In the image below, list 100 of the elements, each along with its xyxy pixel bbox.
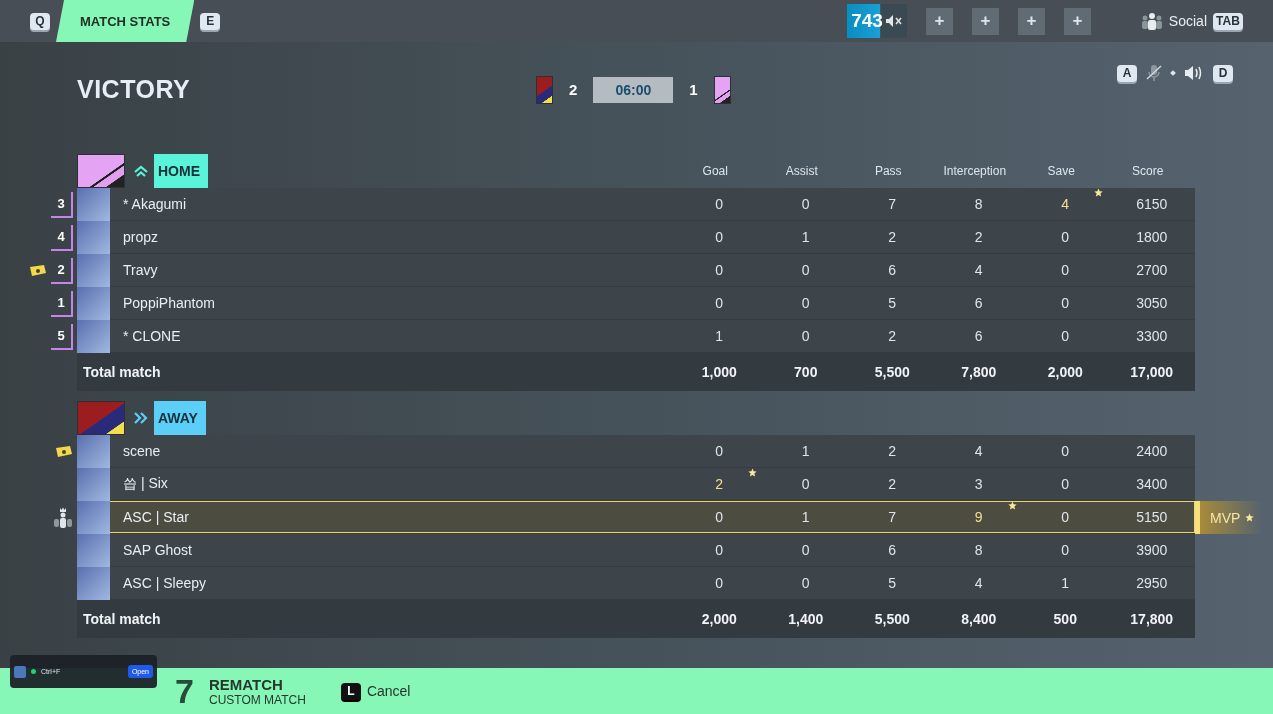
party-leader-icon [53, 506, 73, 529]
total-label: Total match [82, 364, 162, 380]
stat-cell-text: 1800 [1135, 229, 1169, 245]
player-row[interactable]: SAP Ghost 0 0 6 8 0 3900 [77, 534, 1195, 567]
total-cell-text: 17,000 [1129, 364, 1175, 380]
social-label[interactable]: Social [1168, 13, 1207, 29]
player-name: Travy [123, 262, 159, 278]
status-dot-icon [31, 669, 36, 674]
stat-cell-text: 5 [887, 575, 898, 591]
stat-cell-text: 0 [1060, 229, 1071, 245]
rank-badge: 1 [51, 290, 73, 317]
stat-cell-text: 0 [800, 542, 811, 558]
key-hint: TAB [1213, 12, 1243, 30]
stat-cell-text: 0 [1060, 542, 1071, 558]
player-row[interactable]: 씁 | Six 2 0 2 3 0 3400 [77, 468, 1195, 501]
avatar-placeholder [77, 220, 110, 254]
team-flag [77, 401, 125, 435]
total-cell-text: 700 [793, 364, 819, 380]
stat-cell-text: 0 [1060, 262, 1071, 278]
stat-cell-text: 6 [887, 542, 898, 558]
stat-cell-text: 1 [1060, 575, 1071, 591]
stat-cell-text: 0 [800, 196, 811, 212]
mvp-tag: MVP [1195, 501, 1263, 534]
stat-cell-text: 0 [800, 575, 811, 591]
stat-cell-text: 2 [887, 443, 898, 459]
key-hint: A [1117, 64, 1137, 82]
stat-cell-text: 6 [973, 328, 984, 344]
column-header: Goal [701, 164, 729, 178]
total-cell-text: 1,000 [700, 364, 738, 380]
player-name: * Akagumi [123, 196, 188, 212]
player-name: propz [123, 229, 160, 245]
stat-cell-text: 1 [714, 328, 725, 344]
avatar-placeholder [77, 566, 110, 600]
stat-cell-text: 0 [800, 295, 811, 311]
ticket-icon [29, 264, 47, 277]
key-hint: Q [30, 12, 50, 30]
player-name: ASC | Star [123, 509, 190, 525]
rank-badge: 4 [51, 224, 73, 251]
rematch-title: REMATCH [209, 675, 284, 693]
rematch-subtitle: CUSTOM MATCH [209, 692, 306, 707]
stat-cell-text: 7 [887, 196, 898, 212]
avatar-placeholder [77, 286, 110, 320]
column-header: Interception [942, 164, 1008, 178]
avatar-placeholder [77, 467, 110, 501]
avatar-placeholder [77, 253, 110, 287]
cancel-button[interactable]: L Cancel [340, 682, 411, 700]
column-header: Save [1046, 164, 1076, 178]
key-hint: E [200, 12, 221, 30]
stat-cell-text: 0 [800, 476, 811, 492]
stat-cell-text: 1 [800, 509, 811, 525]
player-name: * CLONE [123, 328, 182, 344]
stat-cell-text: 0 [1060, 295, 1071, 311]
stat-cell-text: 0 [714, 443, 725, 459]
chevron-up-icon [134, 165, 148, 177]
stat-cell-text: 0 [800, 328, 811, 344]
add-slot-button[interactable]: + [925, 7, 953, 35]
team-flag [713, 75, 731, 104]
level-badge: 743 [847, 4, 907, 38]
player-row[interactable]: ASC | Sleepy 0 0 5 4 1 2950 [77, 567, 1195, 600]
stat-cell-text: 2400 [1135, 443, 1169, 459]
star-icon [1094, 188, 1103, 197]
star-icon [748, 468, 757, 477]
stat-cell-text: 0 [714, 575, 725, 591]
total-cell-text: 5,500 [873, 611, 911, 627]
stat-cell-text: 2 [973, 229, 984, 245]
total-cell-text: 2,000 [700, 611, 738, 627]
stat-cell-text: 5 [887, 295, 898, 311]
stat-cell-text: 3050 [1135, 295, 1169, 311]
stat-cell-text: 0 [714, 229, 725, 245]
star-icon [1245, 513, 1255, 522]
match-stats-tab[interactable]: MATCH STATS [56, 0, 195, 42]
stat-cell-text: 2 [887, 229, 898, 245]
stat-cell-text: 4 [973, 443, 984, 459]
rank-badge: 5 [51, 323, 73, 350]
add-slot-button[interactable]: + [1017, 7, 1045, 35]
match-clock: 06:00 [593, 76, 674, 103]
app-icon [14, 665, 26, 678]
ticket-icon [55, 445, 73, 458]
team-score: 1 [689, 81, 698, 98]
double-chevron-icon [133, 411, 149, 425]
stat-cell-text: 0 [714, 196, 725, 212]
total-cell-text: 5,500 [873, 364, 911, 380]
avatar-placeholder [77, 434, 110, 468]
people-icon [1140, 12, 1163, 30]
total-cell-text: 8,400 [960, 611, 998, 627]
stat-cell-text: 8 [973, 196, 984, 212]
total-label: Total match [82, 611, 162, 627]
add-slot-button[interactable]: + [971, 7, 999, 35]
team-score: 2 [569, 81, 578, 98]
stat-cell-text: 6 [887, 262, 898, 278]
stat-cell-text: 6 [973, 295, 984, 311]
player-name: scene [123, 443, 162, 459]
total-cell-text: 1,400 [787, 611, 825, 627]
player-name: PoppiPhantom [123, 295, 216, 311]
add-slot-button[interactable]: + [1063, 7, 1091, 35]
stat-cell-text: 2 [887, 476, 898, 492]
stat-cell-text: 5150 [1135, 509, 1169, 525]
stat-cell-text: 1 [800, 443, 811, 459]
player-name: ASC | Sleepy [123, 575, 207, 591]
avatar-placeholder [77, 500, 110, 534]
